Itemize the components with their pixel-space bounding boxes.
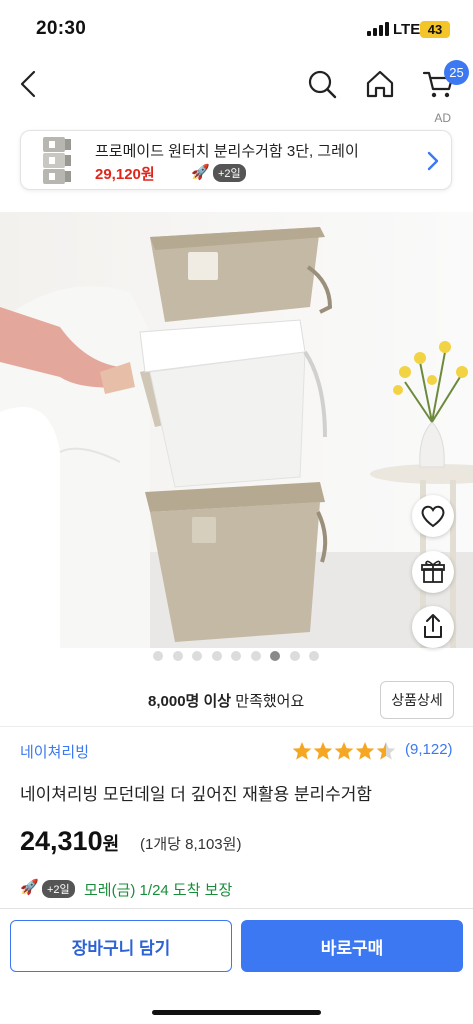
brand-link[interactable]: 네이쳐리빙 bbox=[20, 741, 89, 762]
share-icon[interactable] bbox=[412, 606, 454, 648]
price-currency: 원 bbox=[102, 834, 120, 854]
product-image[interactable] bbox=[0, 212, 473, 648]
pagination-dot[interactable] bbox=[289, 651, 300, 661]
star-icon bbox=[355, 742, 375, 760]
back-icon[interactable] bbox=[10, 64, 50, 104]
pagination-dot[interactable] bbox=[211, 651, 222, 661]
pagination-dot[interactable] bbox=[153, 651, 163, 661]
battery-icon: 43 bbox=[420, 21, 450, 38]
home-icon[interactable] bbox=[360, 64, 400, 104]
star-icon bbox=[334, 742, 354, 760]
pagination-dot[interactable] bbox=[309, 651, 319, 661]
product-name: 네이쳐리빙 모던데일 더 깊어진 재활용 분리수거함 bbox=[20, 785, 373, 804]
ad-label: AD bbox=[434, 111, 451, 125]
pagination-dot[interactable] bbox=[231, 651, 241, 661]
divider bbox=[0, 908, 473, 909]
product-detail-button[interactable]: 상품상세 bbox=[380, 681, 454, 719]
search-icon[interactable] bbox=[302, 64, 342, 104]
add-to-cart-button[interactable]: 장바구니 담기 bbox=[10, 920, 232, 972]
star-half-icon bbox=[376, 742, 396, 760]
product-price: 24,310원 bbox=[20, 826, 119, 857]
home-indicator bbox=[152, 1010, 321, 1015]
pagination-dot[interactable] bbox=[172, 651, 183, 661]
ad-title: 프로메이드 원터치 분리수거함 3단, 그레이 bbox=[95, 143, 359, 160]
satisfaction-count: 8,000명 이상 bbox=[148, 693, 232, 710]
ad-banner[interactable]: 프로메이드 원터치 분리수거함 3단, 그레이 29,120원 🚀 +2일 bbox=[20, 130, 452, 190]
rocket-icon: 🚀 bbox=[20, 879, 39, 896]
network-type: LTE bbox=[393, 21, 421, 38]
cart-count-badge: 25 bbox=[444, 60, 469, 85]
satisfaction-text: 8,000명 이상 만족했어요 bbox=[148, 690, 304, 711]
star-rating[interactable] bbox=[292, 740, 402, 762]
rocket-icon: 🚀 bbox=[191, 164, 210, 181]
pagination-dot[interactable] bbox=[250, 651, 261, 661]
price-value: 24,310 bbox=[20, 826, 103, 856]
delivery-badge: +2일 bbox=[42, 880, 75, 898]
ad-price: 29,120원 bbox=[95, 166, 155, 183]
unit-price: (1개당 8,103원) bbox=[140, 836, 242, 853]
status-bar: 20:30 LTE 43 bbox=[0, 0, 473, 56]
gift-icon[interactable] bbox=[412, 551, 454, 593]
satisfaction-label: 만족했어요 bbox=[231, 693, 305, 710]
delivery-text: 모레(금) 1/24 도착 보장 bbox=[84, 882, 233, 899]
chevron-right-icon bbox=[425, 149, 441, 173]
divider bbox=[0, 726, 473, 727]
status-time: 20:30 bbox=[36, 18, 87, 39]
pagination-dot[interactable] bbox=[270, 651, 280, 661]
pagination-dot[interactable] bbox=[192, 651, 202, 661]
heart-icon[interactable] bbox=[412, 495, 454, 537]
delivery-badge: +2일 bbox=[213, 164, 246, 182]
review-count[interactable]: (9,122) bbox=[405, 741, 453, 758]
ad-thumbnail bbox=[35, 135, 85, 187]
top-nav bbox=[0, 56, 473, 112]
signal-icon bbox=[367, 22, 389, 36]
star-icon bbox=[292, 742, 312, 760]
buy-now-button[interactable]: 바로구매 bbox=[241, 920, 463, 972]
star-icon bbox=[313, 742, 333, 760]
